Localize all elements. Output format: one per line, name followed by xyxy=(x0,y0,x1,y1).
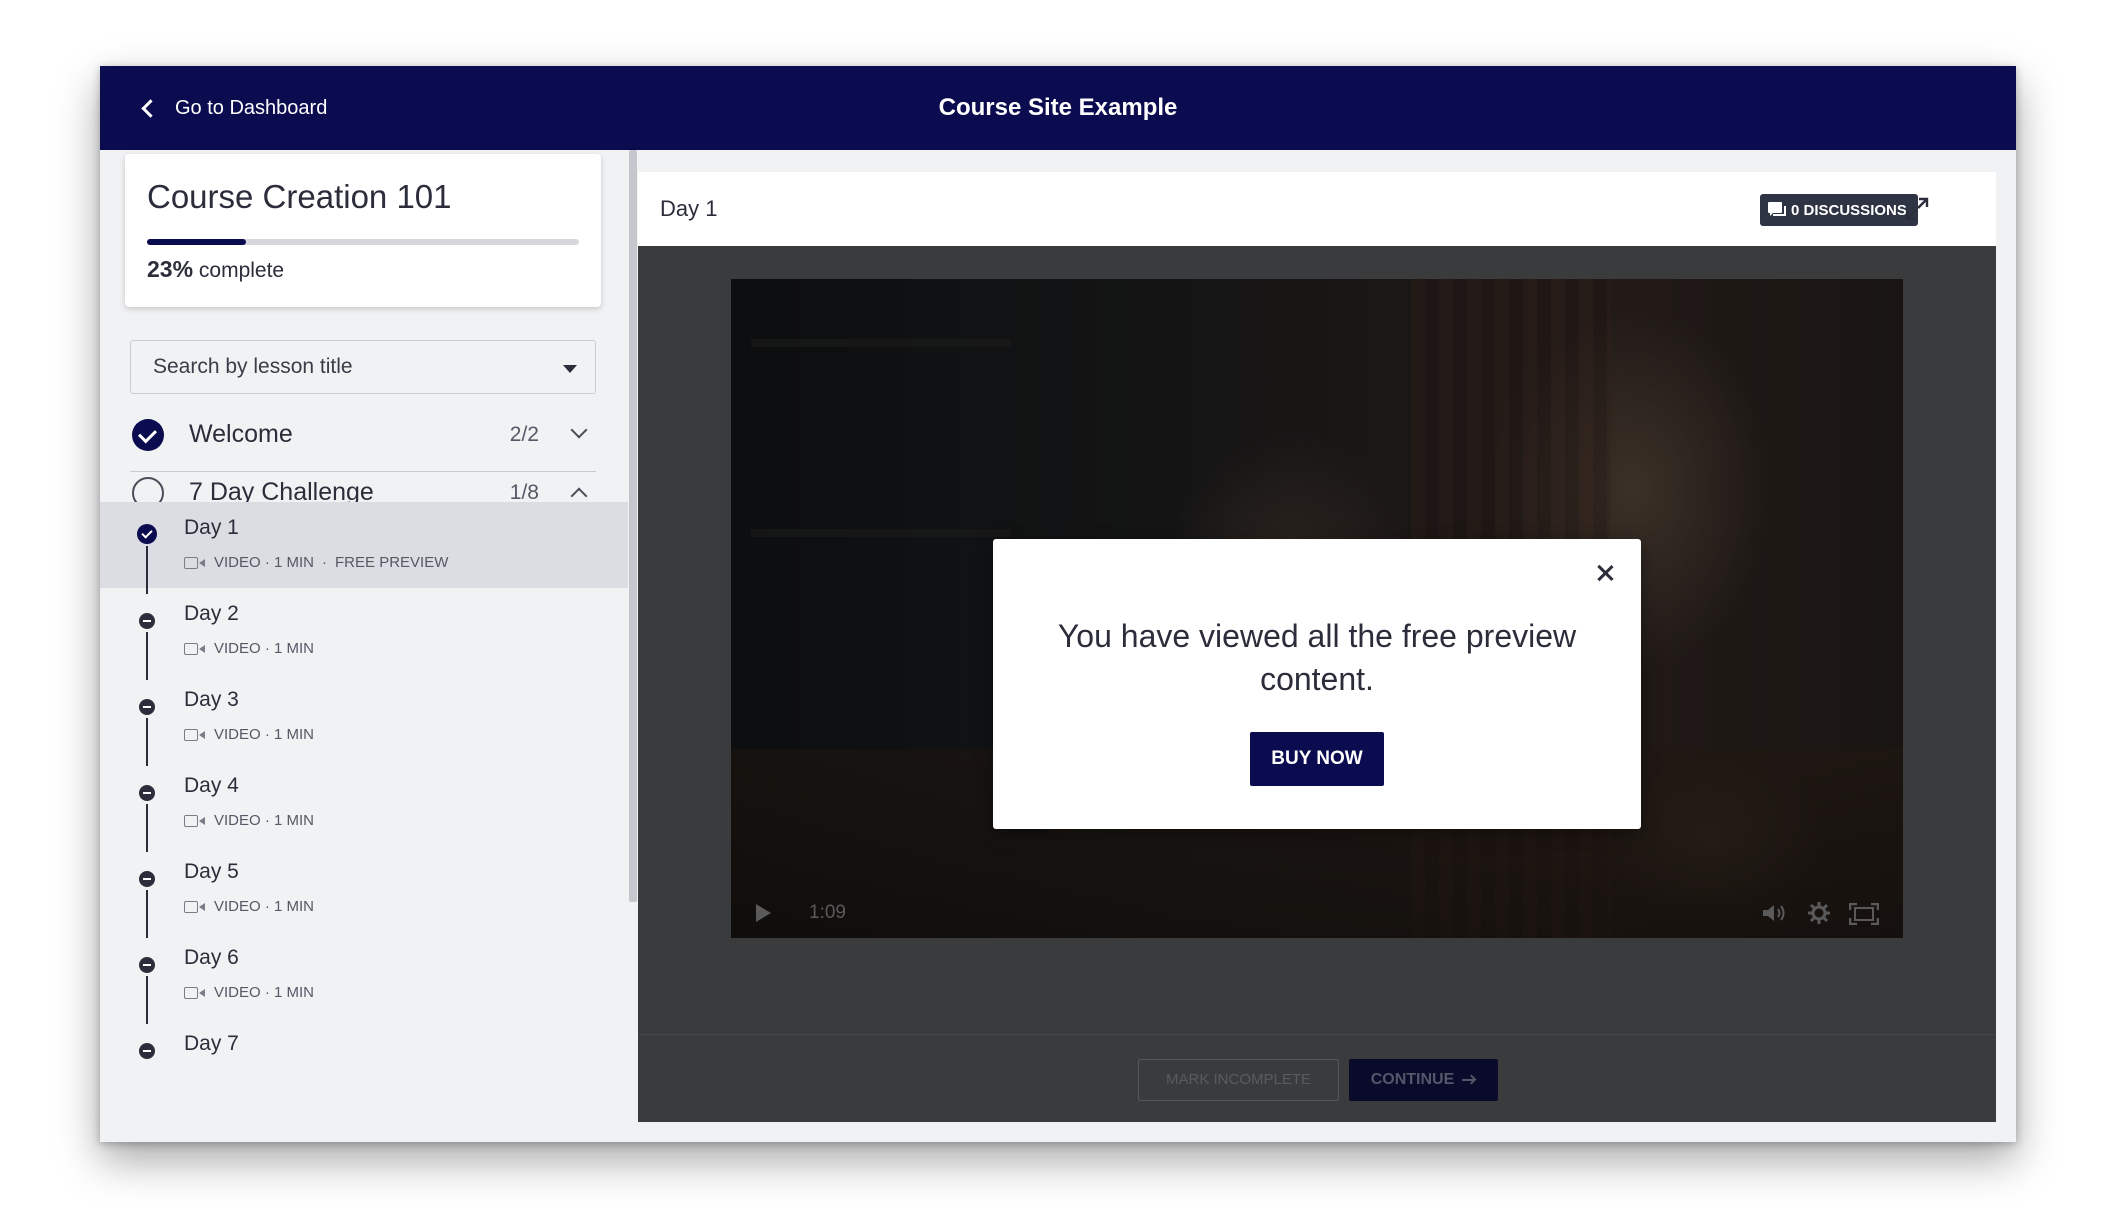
lesson-title: Day 6 xyxy=(184,946,239,969)
buy-now-button[interactable]: BUY NOW xyxy=(1250,732,1384,786)
lesson-title: Day 5 xyxy=(184,860,239,883)
lesson-day-1[interactable]: Day 1 VIDEO · 1 MIN · FREE PREVIEW xyxy=(100,502,628,594)
check-circle-icon xyxy=(137,524,157,544)
locked-dot-icon xyxy=(139,699,155,715)
lesson-day-7[interactable]: Day 7 xyxy=(100,1018,628,1104)
free-preview-badge: FREE PREVIEW xyxy=(335,554,449,571)
lesson-meta: VIDEO · 1 MIN xyxy=(184,640,314,657)
preview-limit-modal: You have viewed all the free preview con… xyxy=(993,539,1641,829)
timeline-connector xyxy=(146,546,148,594)
meta-separator: · xyxy=(322,554,328,571)
lesson-meta-text: VIDEO · 1 MIN xyxy=(214,984,315,1001)
progress-bar-fill xyxy=(147,239,247,245)
chat-icon xyxy=(1768,202,1786,218)
video-camera-icon xyxy=(184,814,206,827)
close-icon[interactable] xyxy=(1593,561,1617,585)
progress-percent: 23% xyxy=(147,256,194,282)
lesson-day-5[interactable]: Day 5 VIDEO · 1 MIN xyxy=(100,846,628,938)
play-icon[interactable] xyxy=(756,904,771,922)
video-camera-icon xyxy=(184,556,206,569)
progress-text: 23% complete xyxy=(147,256,284,283)
video-time: 1:09 xyxy=(809,902,846,923)
lesson-heading: Day 1 xyxy=(660,196,718,221)
video-camera-icon xyxy=(184,986,206,999)
caret-down-icon xyxy=(563,365,577,373)
continue-button[interactable]: CONTINUE xyxy=(1349,1059,1498,1101)
lesson-day-2[interactable]: Day 2 VIDEO · 1 MIN xyxy=(100,588,628,680)
top-bar: Go to Dashboard Course Site Example xyxy=(100,66,2016,150)
volume-icon[interactable] xyxy=(1761,903,1787,923)
lesson-meta-text: VIDEO · 1 MIN xyxy=(214,640,315,657)
check-circle-icon xyxy=(132,419,164,451)
lesson-title: Day 7 xyxy=(184,1032,239,1055)
lesson-search-dropdown[interactable]: Search by lesson title xyxy=(130,340,596,394)
video-camera-icon xyxy=(184,900,206,913)
lesson-header: Day 1 0 DISCUSSIONS xyxy=(638,172,1996,246)
lesson-meta-text: VIDEO · 1 MIN xyxy=(214,726,315,743)
course-title: Course Creation 101 xyxy=(147,178,452,215)
search-placeholder: Search by lesson title xyxy=(153,355,353,378)
locked-dot-icon xyxy=(139,1043,155,1059)
timeline-connector xyxy=(146,804,148,852)
lesson-meta-text: VIDEO · 1 MIN xyxy=(214,812,315,829)
lesson-meta: VIDEO · 1 MIN xyxy=(184,726,314,743)
fullscreen-icon[interactable] xyxy=(1849,903,1879,925)
progress-bar xyxy=(147,239,579,245)
lesson-day-6[interactable]: Day 6 VIDEO · 1 MIN xyxy=(100,932,628,1024)
settings-icon[interactable] xyxy=(1807,901,1831,925)
site-title: Course Site Example xyxy=(938,94,1178,121)
chapter-count: 2/2 xyxy=(509,423,539,446)
progress-suffix: complete xyxy=(198,259,285,282)
lesson-meta: VIDEO · 1 MIN xyxy=(184,984,314,1001)
discussions-button[interactable]: 0 DISCUSSIONS xyxy=(1760,194,1918,226)
mark-incomplete-button[interactable]: MARK INCOMPLETE xyxy=(1138,1059,1339,1101)
arrow-right-icon xyxy=(1462,1074,1477,1085)
locked-dot-icon xyxy=(139,785,155,801)
lesson-meta: VIDEO · 1 MIN xyxy=(184,898,314,915)
chapter-title: Welcome xyxy=(189,420,293,448)
video-controls: 1:09 xyxy=(731,888,1903,938)
lesson-day-4[interactable]: Day 4 VIDEO · 1 MIN xyxy=(100,760,628,852)
timeline-connector xyxy=(146,890,148,938)
timeline-connector xyxy=(146,718,148,766)
sidebar-scrollbar-thumb[interactable] xyxy=(629,150,637,902)
timeline-connector xyxy=(146,976,148,1024)
expand-icon[interactable] xyxy=(1904,196,1930,222)
lesson-day-3[interactable]: Day 3 VIDEO · 1 MIN xyxy=(100,674,628,766)
video-camera-icon xyxy=(184,728,206,741)
locked-dot-icon xyxy=(139,957,155,973)
lesson-meta-text: VIDEO · 1 MIN xyxy=(214,898,315,915)
course-progress-card: Course Creation 101 23% complete xyxy=(125,154,601,307)
continue-label: CONTINUE xyxy=(1370,1071,1455,1088)
lesson-meta: VIDEO · 1 MIN · FREE PREVIEW xyxy=(184,554,448,571)
course-sidebar: Course Creation 101 23% complete Search … xyxy=(100,150,628,1142)
discussions-label: 0 DISCUSSIONS xyxy=(1791,201,1907,219)
lesson-title: Day 4 xyxy=(184,774,239,797)
lesson-meta-text: VIDEO · 1 MIN xyxy=(214,554,315,571)
footer-divider xyxy=(638,1034,1996,1035)
lesson-meta: VIDEO · 1 MIN xyxy=(184,812,314,829)
locked-dot-icon xyxy=(139,613,155,629)
lesson-title: Day 2 xyxy=(184,602,239,625)
lesson-title: Day 1 xyxy=(184,516,239,539)
video-camera-icon xyxy=(184,642,206,655)
timeline-connector xyxy=(146,632,148,680)
chevron-down-icon[interactable] xyxy=(570,421,588,439)
lesson-title: Day 3 xyxy=(184,688,239,711)
locked-dot-icon xyxy=(139,871,155,887)
modal-message: You have viewed all the free preview con… xyxy=(1057,618,1577,697)
